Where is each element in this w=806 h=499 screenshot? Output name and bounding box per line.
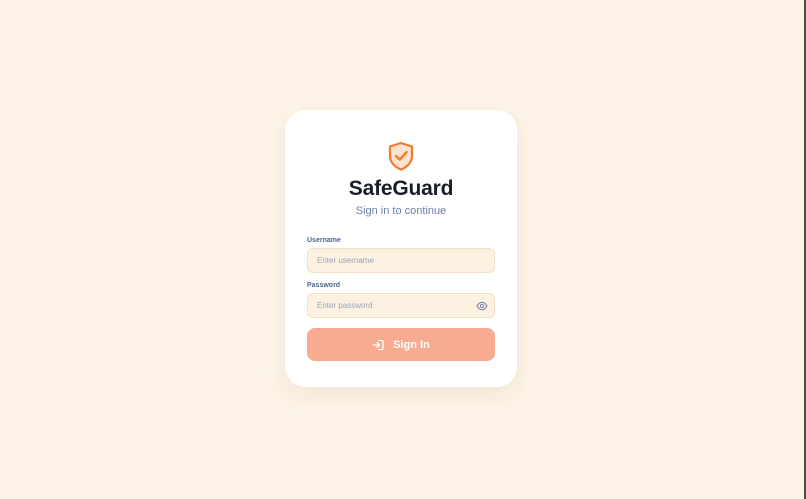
password-field[interactable] — [307, 293, 495, 318]
sign-in-button[interactable]: Sign In — [307, 328, 495, 361]
login-icon — [372, 339, 384, 350]
password-input[interactable] — [317, 294, 467, 317]
login-card: SafeGuard Sign in to continue Username P… — [285, 110, 517, 387]
password-label: Password — [307, 282, 341, 289]
username-field[interactable] — [307, 248, 495, 273]
app-subtitle: Sign in to continue — [355, 205, 447, 217]
shield-check-icon — [388, 141, 414, 171]
sign-in-label: Sign In — [393, 338, 430, 351]
eye-icon[interactable] — [476, 300, 488, 312]
app-title: SafeGuard — [348, 177, 454, 200]
username-label: Username — [307, 237, 341, 244]
username-input[interactable] — [317, 249, 467, 272]
